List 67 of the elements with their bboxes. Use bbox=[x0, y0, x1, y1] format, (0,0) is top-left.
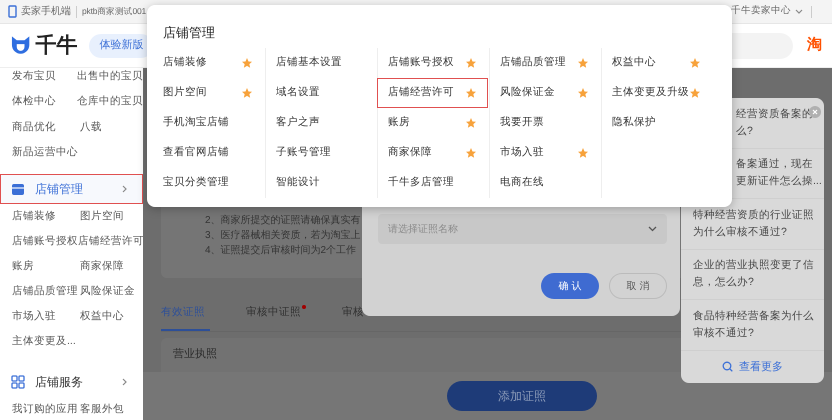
sidebar-link[interactable]: 仓库中的宝贝 bbox=[77, 94, 143, 110]
sidebar-link[interactable]: 市场入驻 bbox=[12, 308, 80, 324]
section-title: 店铺服务 bbox=[35, 374, 83, 391]
menu-item[interactable]: 店铺经营许可 bbox=[377, 78, 488, 108]
chevron-right-icon bbox=[122, 185, 128, 193]
section-title: 店铺管理 bbox=[35, 181, 83, 198]
sidebar-link[interactable]: 店铺账号授权 bbox=[12, 234, 78, 250]
menu-item[interactable]: 市场入驻 bbox=[489, 138, 600, 168]
sidebar-section-header[interactable]: 店铺服务 bbox=[0, 367, 143, 397]
faq-item[interactable]: 食品特种经营备案为什么 审核不通过? bbox=[681, 300, 824, 350]
select-placeholder: 请选择证照名称 bbox=[388, 222, 458, 236]
sidebar-link[interactable]: 体检中心 bbox=[12, 94, 77, 110]
sidebar-link[interactable]: 八载 bbox=[80, 120, 102, 136]
cancel-button[interactable]: 取 消 bbox=[609, 273, 667, 299]
store-icon bbox=[11, 182, 25, 196]
grid-icon bbox=[11, 375, 25, 389]
menu-title: 店铺管理 bbox=[163, 24, 216, 42]
sidebar-link[interactable]: 账房 bbox=[12, 258, 80, 274]
card-title: 营业执照 bbox=[173, 348, 217, 360]
menu-item[interactable]: 电商在线 bbox=[489, 168, 600, 198]
menu-item[interactable]: 手机淘宝店铺 bbox=[152, 108, 264, 138]
notice-line: 3、医疗器械相关资质，若为淘宝上 bbox=[205, 228, 361, 243]
sidebar-link[interactable]: 权益中心 bbox=[80, 308, 124, 324]
menu-item[interactable]: 店铺基本设置 bbox=[265, 48, 376, 78]
sidebar-link[interactable]: 发布宝贝 bbox=[12, 68, 77, 85]
chevron-down-icon bbox=[795, 8, 803, 14]
mobile-link[interactable]: 卖家手机端 bbox=[21, 4, 71, 19]
confirm-button[interactable]: 确 认 bbox=[541, 273, 599, 299]
sidebar-link[interactable]: 客服外包 bbox=[80, 402, 124, 418]
menu-item[interactable]: 商家保障 bbox=[377, 138, 488, 168]
menu-item[interactable]: 账房 bbox=[377, 108, 488, 138]
search-icon bbox=[722, 361, 733, 372]
menu-item[interactable]: 客户之声 bbox=[265, 108, 376, 138]
phone-icon bbox=[8, 5, 17, 18]
sidebar-link[interactable]: 出售中的宝贝 bbox=[77, 68, 143, 85]
sidebar-link[interactable]: 图片空间 bbox=[80, 208, 124, 224]
menu-item[interactable]: 店铺装修 bbox=[152, 48, 264, 78]
menu-item[interactable]: 域名设置 bbox=[265, 78, 376, 108]
sidebar-link[interactable]: 我订购的应用 bbox=[12, 402, 80, 418]
menu-item[interactable]: 店铺品质管理 bbox=[489, 48, 600, 78]
notice-line: 4、证照提交后审核时间为2个工作 bbox=[205, 244, 356, 258]
menu-item[interactable]: 子账号管理 bbox=[265, 138, 376, 168]
menu-item[interactable]: 风险保证金 bbox=[489, 78, 600, 108]
chevron-down-icon bbox=[648, 226, 657, 232]
notice-line: 2、商家所提交的证照请确保真实有 bbox=[205, 214, 361, 228]
menu-item[interactable]: 宝贝分类管理 bbox=[152, 168, 264, 198]
sidebar-link[interactable]: 新品运营中心 bbox=[12, 145, 80, 162]
center-menu[interactable]: 千牛卖家中心 bbox=[731, 4, 803, 19]
menu-item[interactable]: 智能设计 bbox=[265, 168, 376, 198]
menu-item[interactable]: 店铺账号授权 bbox=[377, 48, 488, 78]
account-name: pktb商家测试001 bbox=[82, 5, 146, 18]
sidebar-link[interactable]: 主体变更及... bbox=[12, 334, 80, 350]
sidebar-link[interactable]: 风险保证金 bbox=[80, 284, 135, 300]
sidebar-link[interactable]: 店铺品质管理 bbox=[12, 284, 80, 300]
menu-item[interactable]: 查看官网店铺 bbox=[152, 138, 264, 168]
faq-item[interactable]: 企业的营业执照变更了信 息，怎么办? bbox=[681, 250, 824, 300]
sidebar-link[interactable]: 商品优化 bbox=[12, 120, 80, 136]
sidebar-link[interactable]: 店铺装修 bbox=[12, 208, 80, 224]
logo-text: 千牛 bbox=[35, 32, 78, 59]
menu-item[interactable]: 我要开票 bbox=[489, 108, 600, 138]
add-license-button[interactable]: 添加证照 bbox=[447, 381, 597, 411]
chevron-right-icon bbox=[122, 378, 128, 386]
menu-item[interactable]: 权益中心 bbox=[601, 48, 712, 78]
sidebar-link[interactable]: 商家保障 bbox=[80, 258, 124, 274]
menu-item[interactable]: 千牛多店管理 bbox=[377, 168, 488, 198]
sidebar-section-header[interactable]: 店铺管理 bbox=[0, 174, 143, 204]
menu-item[interactable]: 图片空间 bbox=[152, 78, 264, 108]
